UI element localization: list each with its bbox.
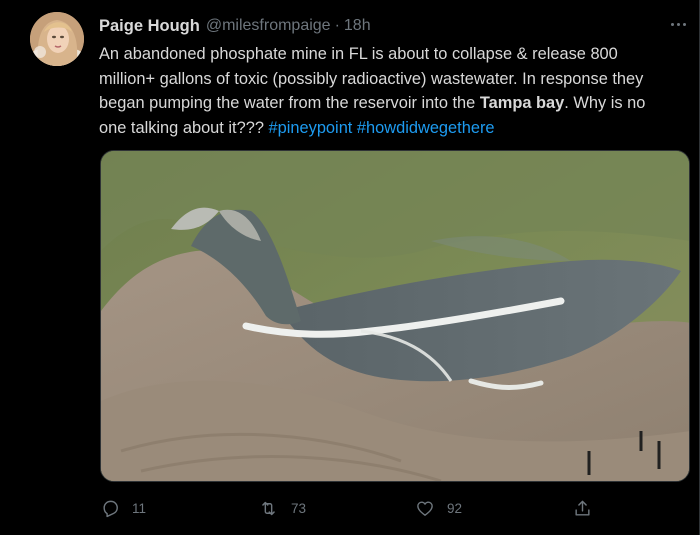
hashtag-howdidwegethere[interactable]: #howdidwegethere	[357, 119, 495, 137]
more-icon[interactable]	[668, 14, 688, 34]
mine-aerial-photo	[101, 151, 689, 481]
tweet-text-line-4: one talking about it??? #pineypoint #how…	[99, 116, 689, 141]
avatar[interactable]	[30, 12, 84, 66]
retweet-button[interactable]: 73	[258, 492, 306, 524]
reply-count: 11	[132, 500, 147, 516]
tweet-text-segment: began pumping the water from the reservo…	[99, 94, 480, 112]
retweet-icon	[262, 501, 275, 515]
like-count: 92	[447, 500, 463, 516]
like-button[interactable]: 92	[415, 492, 462, 524]
tweet-header: Paige Hough @milesfrompaige · 18h	[99, 15, 371, 37]
tweet-text-line-2: million+ gallons of toxic (possibly radi…	[99, 69, 644, 88]
tweet-photo[interactable]	[100, 150, 690, 482]
tweet-text-line-3: began pumping the water from the reservo…	[99, 91, 689, 116]
hashtag-pineypoint[interactable]: #pineypoint	[269, 119, 353, 137]
user-handle[interactable]: @milesfrompaige	[206, 17, 331, 35]
tweet-text-bold: Tampa bay	[479, 94, 565, 112]
separator-dot: ·	[334, 17, 340, 34]
share-icon	[575, 500, 590, 516]
avatar-image	[30, 12, 84, 66]
tweet[interactable]: Paige Hough @milesfrompaige · 18h An aba…	[0, 0, 700, 535]
tweet-text-segment: one talking about it???	[99, 118, 264, 137]
timestamp[interactable]: 18h	[344, 17, 371, 35]
share-button[interactable]	[573, 492, 592, 524]
tweet-text-line-1: An abandoned phosphate mine in FL is abo…	[99, 45, 618, 63]
display-name[interactable]: Paige Hough	[99, 17, 200, 36]
tweet-text-segment: . Why is no	[564, 94, 646, 112]
like-icon	[417, 500, 433, 516]
reply-icon	[103, 500, 118, 517]
retweet-count: 73	[291, 500, 307, 516]
tweet-actions: 11 73 92	[0, 492, 700, 524]
reply-button[interactable]: 11	[101, 492, 146, 524]
tweet-text: An abandoned phosphate mine in FL is abo…	[99, 42, 689, 140]
